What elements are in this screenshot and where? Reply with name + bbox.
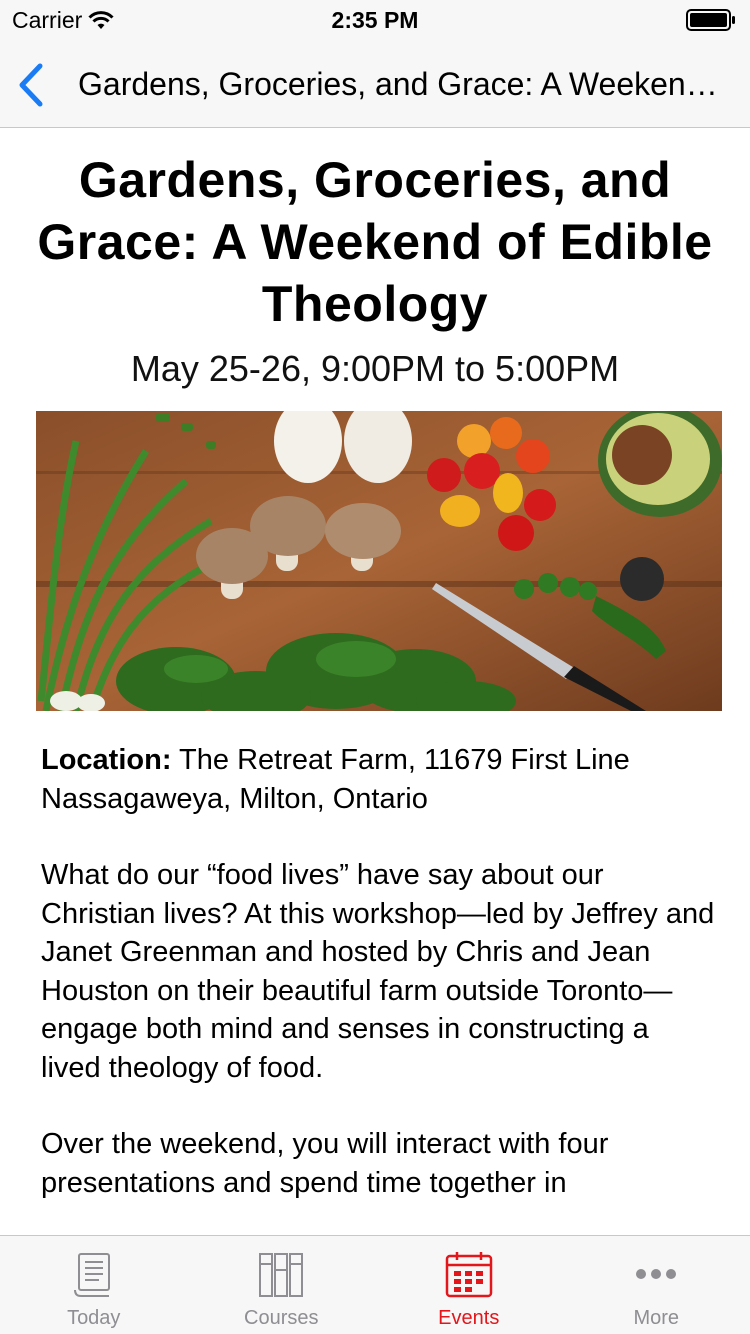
tab-bar: Today Courses Events More	[0, 1235, 750, 1334]
navigation-bar: Gardens, Groceries, and Grace: A Weekend…	[0, 40, 750, 128]
calendar-icon	[445, 1252, 492, 1298]
books-icon	[259, 1253, 304, 1297]
tab-today[interactable]: Today	[0, 1236, 188, 1334]
battery-icon	[686, 9, 735, 31]
event-location: Location: The Retreat Farm, 11679 First …	[41, 741, 716, 818]
description-paragraph: What do our “food lives” have say about …	[41, 859, 715, 1084]
chevron-left-icon	[19, 63, 43, 107]
nav-title: Gardens, Groceries, and Grace: A Weekend…	[78, 66, 728, 102]
scroll-icon	[73, 1253, 110, 1297]
status-time: 2:35 PM	[331, 7, 419, 33]
tab-events[interactable]: Events	[375, 1236, 563, 1334]
tab-courses[interactable]: Courses	[188, 1236, 376, 1334]
tab-label: Events	[438, 1307, 500, 1329]
back-button[interactable]	[14, 62, 48, 108]
tab-label: More	[633, 1307, 680, 1329]
location-label: Location:	[41, 744, 172, 776]
description-paragraph: Over the weekend, you will interact with…	[41, 1128, 609, 1199]
event-hero-image	[36, 411, 722, 711]
event-date: May 25-26, 9:00PM to 5:00PM	[130, 348, 620, 389]
tab-label: Courses	[244, 1307, 319, 1329]
event-description: Location: The Retreat Farm, 11679 First …	[41, 741, 716, 1202]
event-title: Gardens, Groceries, and Grace: A Weekend…	[37, 152, 713, 332]
status-bar: Carrier 2:35 PM	[0, 0, 750, 40]
event-detail-content[interactable]: Gardens, Groceries, and Grace: A Weekend…	[0, 129, 750, 1235]
tab-more[interactable]: More	[563, 1236, 750, 1334]
tab-label: Today	[67, 1307, 121, 1329]
more-dots-icon	[636, 1269, 677, 1279]
